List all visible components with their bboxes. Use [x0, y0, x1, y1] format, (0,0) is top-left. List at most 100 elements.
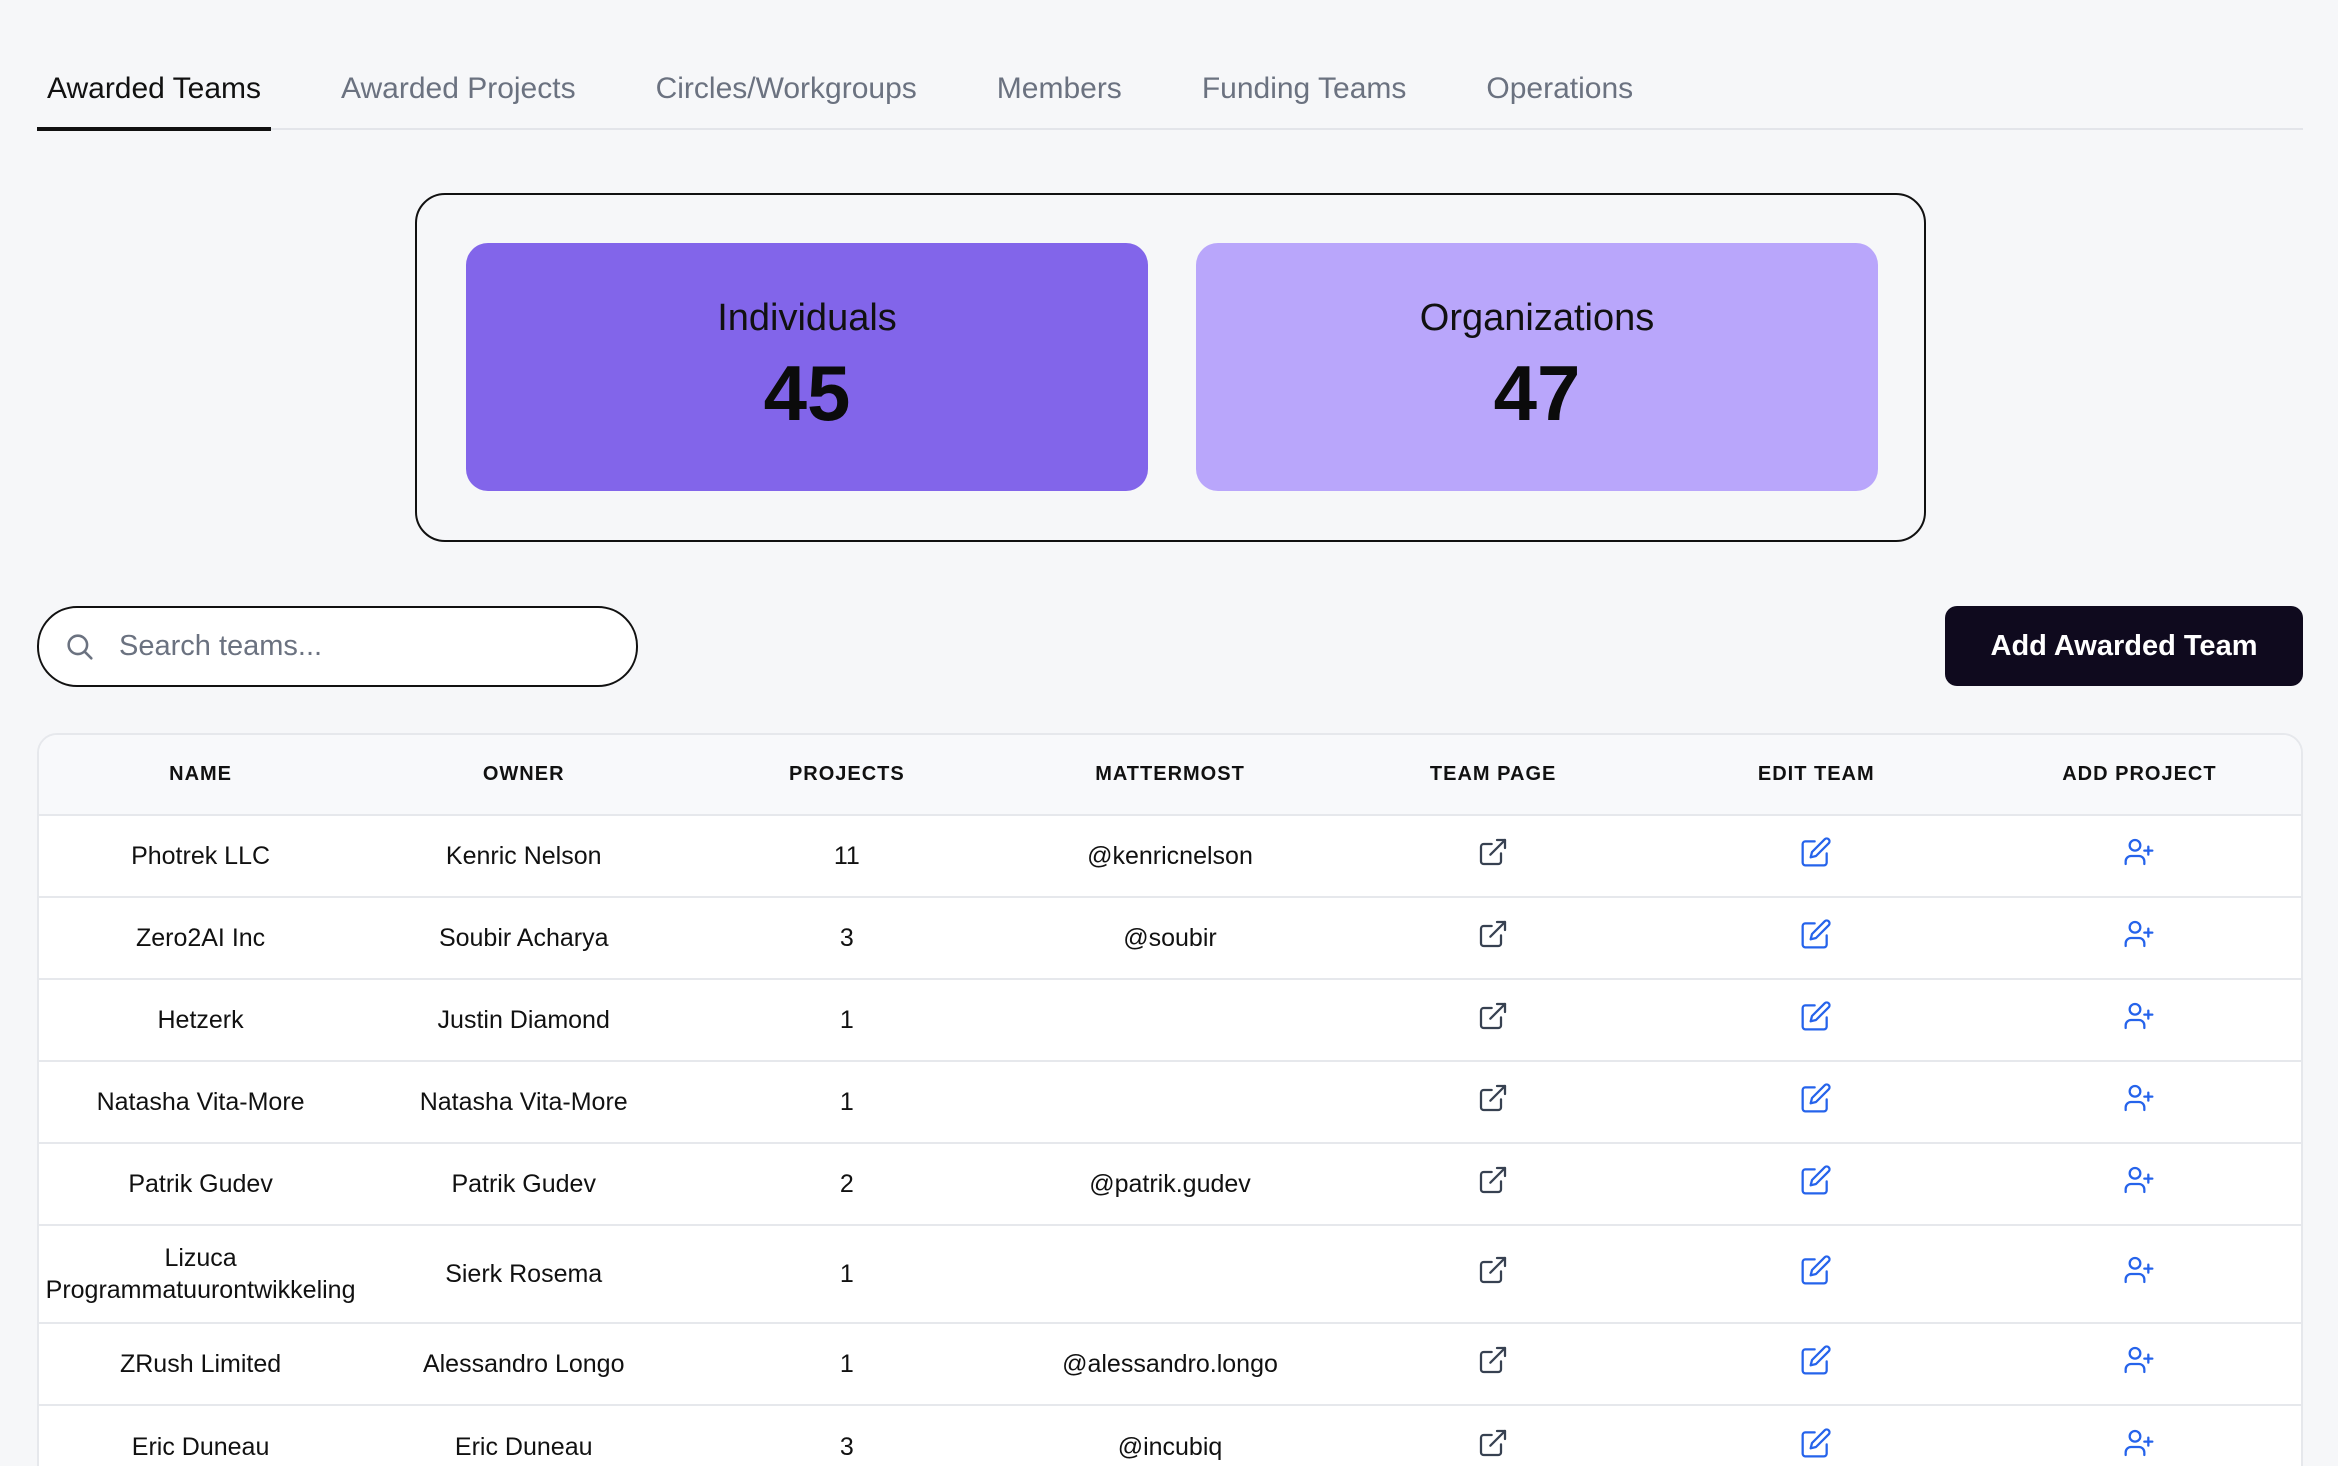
edit-icon[interactable]	[1800, 1344, 1832, 1376]
table-row: Patrik Gudev Patrik Gudev 2 @patrik.gude…	[39, 1142, 2301, 1225]
add-project-cell	[1977, 1142, 2301, 1225]
table-row: Hetzerk Justin Diamond 1	[39, 978, 2301, 1061]
column-header-edit-team: EDIT TEAM	[1757, 763, 1875, 785]
team-name-cell: ZRush Limited	[39, 1322, 363, 1405]
team-page-cell	[1331, 978, 1655, 1061]
edit-team-cell	[1654, 1322, 1978, 1405]
column-header-owner[interactable]: OWNER	[362, 735, 685, 815]
edit-team-cell	[1654, 896, 1978, 979]
add-project-cell	[1977, 1404, 2301, 1466]
owner-cell: Eric Duneau	[362, 1404, 686, 1466]
user-plus-icon[interactable]	[2123, 1344, 2155, 1376]
user-plus-icon[interactable]	[2123, 1082, 2155, 1114]
external-link-icon[interactable]	[1477, 1344, 1509, 1376]
team-name-cell: Hetzerk	[39, 978, 363, 1061]
column-header-add-project: ADD PROJECT	[2062, 763, 2217, 785]
edit-team-cell	[1654, 1060, 1978, 1143]
search-input[interactable]	[119, 630, 619, 663]
mattermost-cell	[1008, 1060, 1332, 1143]
add-project-cell	[1977, 978, 2301, 1061]
edit-icon[interactable]	[1800, 918, 1832, 950]
team-name-cell: Eric Duneau	[39, 1404, 363, 1466]
edit-icon[interactable]	[1800, 1164, 1832, 1196]
table-row: ZRush Limited Alessandro Longo 1 @alessa…	[39, 1322, 2301, 1405]
edit-team-cell	[1654, 1404, 1978, 1466]
owner-cell: Justin Diamond	[362, 978, 686, 1061]
projects-cell: 3	[685, 896, 1009, 979]
tab-operations[interactable]: Operations	[1476, 54, 1643, 130]
user-plus-icon[interactable]	[2123, 1000, 2155, 1032]
search-icon	[63, 630, 97, 664]
add-project-cell	[1977, 1060, 2301, 1143]
edit-team-cell	[1654, 814, 1978, 897]
table-row: Lizuca Programmatuurontwikkeling Sierk R…	[39, 1224, 2301, 1323]
team-name-cell: Natasha Vita-More	[39, 1060, 363, 1143]
team-page-cell	[1331, 1224, 1655, 1323]
team-page-cell	[1331, 1404, 1655, 1466]
column-header-name[interactable]: NAME	[39, 735, 362, 815]
user-plus-icon[interactable]	[2123, 1427, 2155, 1459]
add-project-cell	[1977, 1322, 2301, 1405]
projects-cell: 1	[685, 1060, 1009, 1143]
edit-icon[interactable]	[1800, 1254, 1832, 1286]
team-page-cell	[1331, 896, 1655, 979]
add-awarded-team-button[interactable]: Add Awarded Team	[1945, 606, 2303, 686]
tab-funding-teams[interactable]: Funding Teams	[1192, 54, 1417, 130]
projects-cell: 1	[685, 1224, 1009, 1323]
mattermost-cell: @incubiq	[1008, 1404, 1332, 1466]
team-name-cell: Zero2AI Inc	[39, 896, 363, 979]
add-project-cell	[1977, 814, 2301, 897]
mattermost-cell: @alessandro.longo	[1008, 1322, 1332, 1405]
edit-icon[interactable]	[1800, 1082, 1832, 1114]
team-page-cell	[1331, 1322, 1655, 1405]
external-link-icon[interactable]	[1477, 918, 1509, 950]
owner-cell: Patrik Gudev	[362, 1142, 686, 1225]
column-header-projects[interactable]: PROJECTS	[685, 735, 1008, 815]
edit-team-cell	[1654, 1142, 1978, 1225]
tab-members[interactable]: Members	[987, 54, 1132, 130]
tab-circles-workgroups[interactable]: Circles/Workgroups	[646, 54, 927, 130]
user-plus-icon[interactable]	[2123, 1164, 2155, 1196]
edit-team-cell	[1654, 1224, 1978, 1323]
projects-cell: 1	[685, 978, 1009, 1061]
team-page-cell	[1331, 814, 1655, 897]
owner-cell: Alessandro Longo	[362, 1322, 686, 1405]
edit-icon[interactable]	[1800, 1000, 1832, 1032]
edit-icon[interactable]	[1800, 1427, 1832, 1459]
mattermost-cell: @patrik.gudev	[1008, 1142, 1332, 1225]
add-project-cell	[1977, 1224, 2301, 1323]
user-plus-icon[interactable]	[2123, 918, 2155, 950]
edit-icon[interactable]	[1800, 836, 1832, 868]
owner-cell: Natasha Vita-More	[362, 1060, 686, 1143]
column-header-mattermost[interactable]: MATTERMOST	[1008, 735, 1331, 815]
owner-cell: Soubir Acharya	[362, 896, 686, 979]
mattermost-cell	[1008, 1224, 1332, 1323]
tab-bar: Awarded Teams Awarded Projects Circles/W…	[37, 54, 2303, 131]
stats-panel: Individuals 45 Organizations 47	[415, 193, 1926, 542]
user-plus-icon[interactable]	[2123, 1254, 2155, 1286]
external-link-icon[interactable]	[1477, 836, 1509, 868]
organizations-stat-card: Organizations 47	[1196, 243, 1878, 491]
external-link-icon[interactable]	[1477, 1254, 1509, 1286]
external-link-icon[interactable]	[1477, 1082, 1509, 1114]
external-link-icon[interactable]	[1477, 1427, 1509, 1459]
mattermost-cell: @soubir	[1008, 896, 1332, 979]
external-link-icon[interactable]	[1477, 1164, 1509, 1196]
tab-awarded-projects[interactable]: Awarded Projects	[331, 54, 586, 130]
table-row: Natasha Vita-More Natasha Vita-More 1	[39, 1060, 2301, 1143]
individuals-label: Individuals	[717, 296, 897, 339]
table-header-row: NAME OWNER PROJECTS MATTERMOST TEAM PAGE…	[39, 735, 2301, 815]
team-name-cell: Lizuca Programmatuurontwikkeling	[39, 1224, 363, 1323]
team-page-cell	[1331, 1060, 1655, 1143]
mattermost-cell	[1008, 978, 1332, 1061]
table-row: Eric Duneau Eric Duneau 3 @incubiq	[39, 1404, 2301, 1466]
tab-awarded-teams[interactable]: Awarded Teams	[37, 54, 272, 131]
user-plus-icon[interactable]	[2123, 836, 2155, 868]
external-link-icon[interactable]	[1477, 1000, 1509, 1032]
table-row: Photrek LLC Kenric Nelson 11 @kenricnels…	[39, 814, 2301, 897]
individuals-stat-card: Individuals 45	[466, 243, 1148, 491]
projects-cell: 11	[685, 814, 1009, 897]
team-name-cell: Photrek LLC	[39, 814, 363, 897]
projects-cell: 1	[685, 1322, 1009, 1405]
owner-cell: Kenric Nelson	[362, 814, 686, 897]
